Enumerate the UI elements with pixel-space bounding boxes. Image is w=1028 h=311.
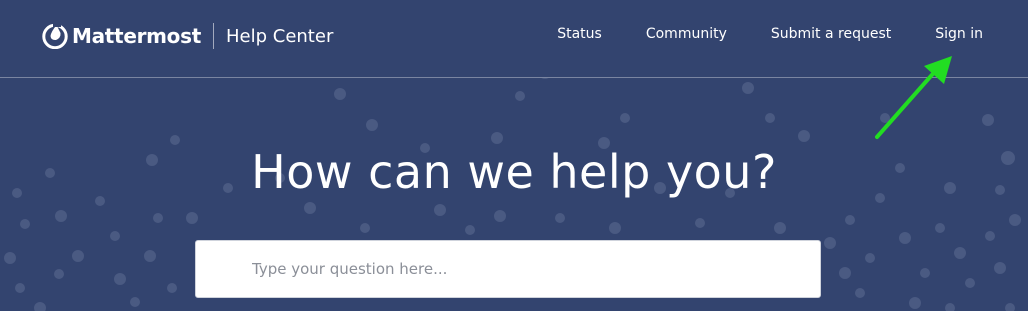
brand-section: Help Center	[226, 25, 334, 47]
brand-divider	[213, 23, 214, 49]
brand[interactable]: Mattermost Help Center	[42, 22, 333, 50]
nav-community-link[interactable]: Community	[646, 26, 727, 42]
nav-status-link[interactable]: Status	[557, 26, 602, 42]
top-nav: Status Community Submit a request Sign i…	[557, 26, 983, 42]
search-box	[195, 240, 821, 298]
brand-name: Mattermost	[72, 24, 201, 48]
nav-submit-request-link[interactable]: Submit a request	[771, 26, 891, 42]
site-header: Mattermost Help Center Status Community …	[0, 0, 1028, 78]
search-input[interactable]	[252, 241, 792, 297]
mattermost-logo-icon	[42, 23, 68, 49]
nav-sign-in-link[interactable]: Sign in	[935, 26, 983, 42]
hero-title: How can we help you?	[251, 145, 777, 199]
